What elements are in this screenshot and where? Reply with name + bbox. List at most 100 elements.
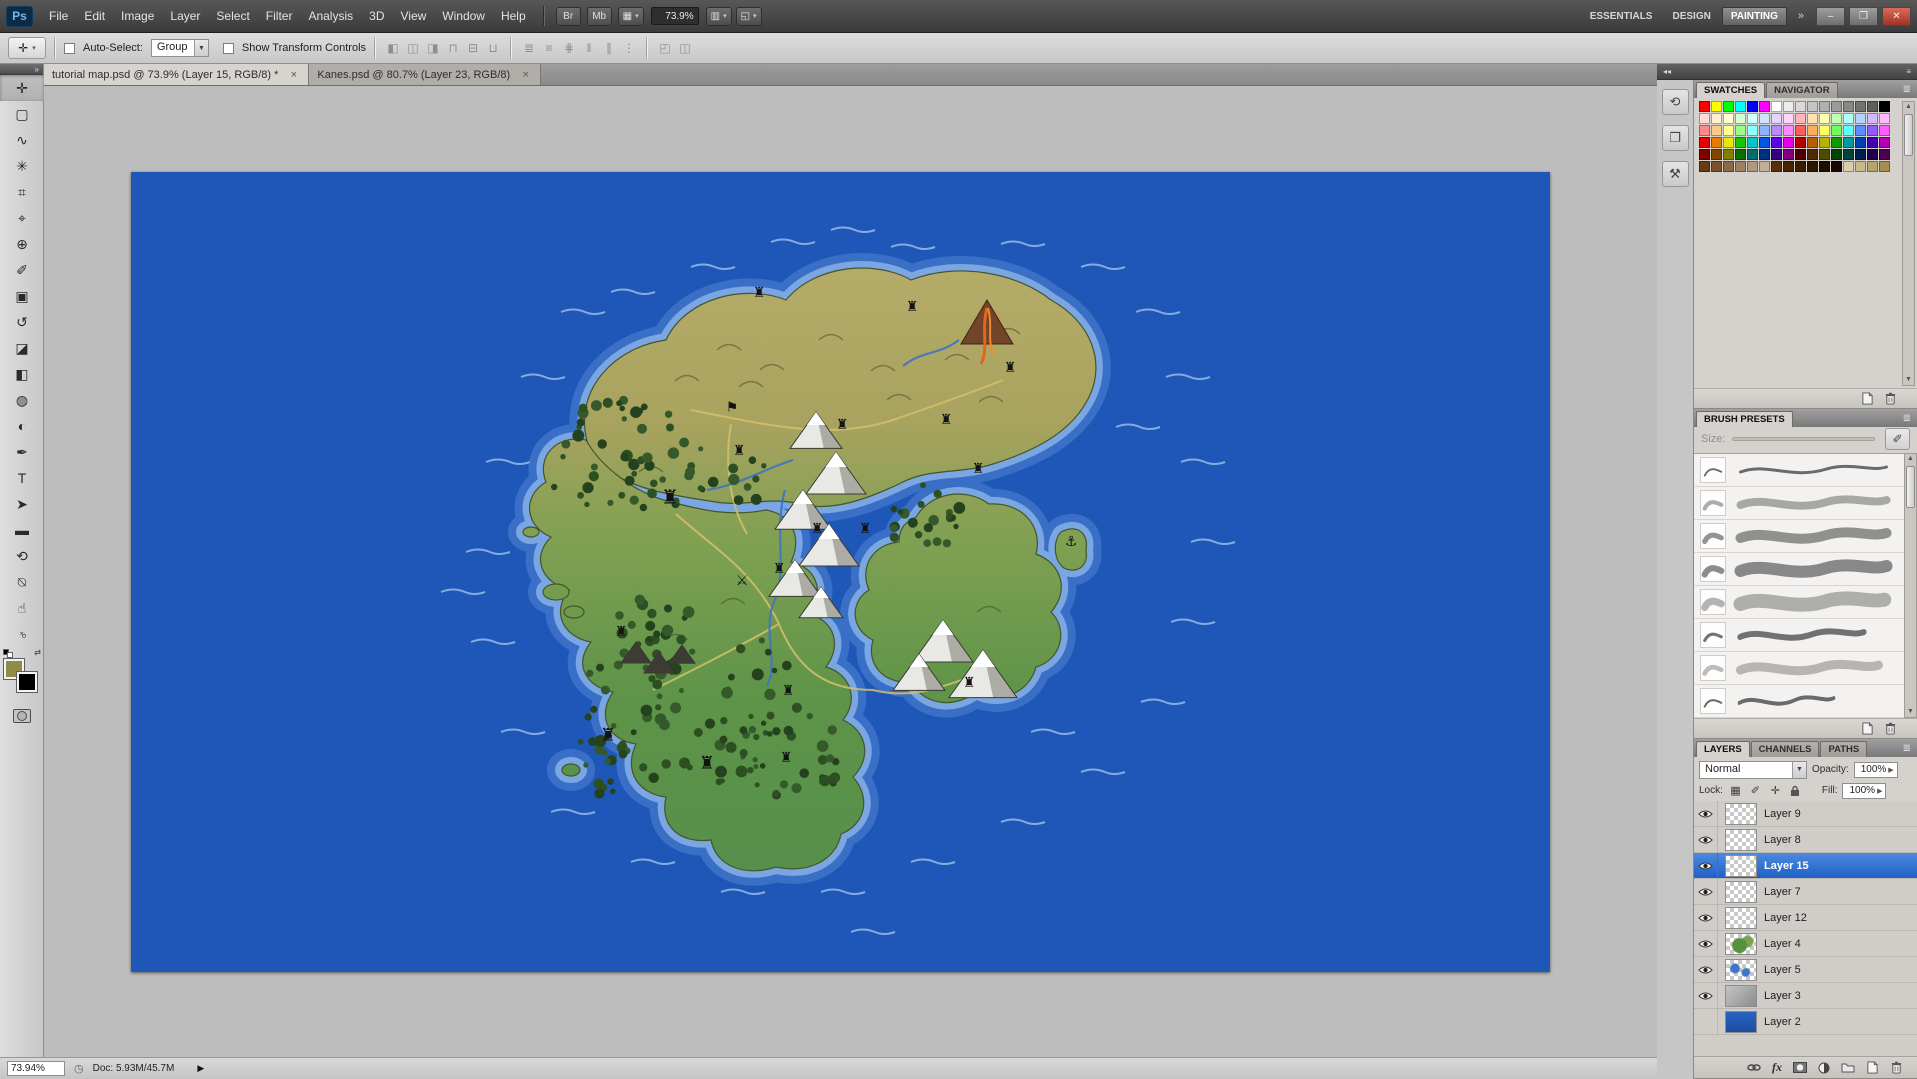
rectangular-marquee-tool[interactable]: ▢ [0,101,44,127]
minimize-button[interactable]: – [1816,7,1845,26]
workspace-design[interactable]: DESIGN [1663,7,1719,26]
align-center-v-icon[interactable]: ⊟ [464,41,482,55]
scroll-up-icon[interactable]: ▲ [1905,102,1912,112]
swatch-2-7[interactable] [1783,125,1794,136]
quick-mask-icon[interactable] [13,709,31,723]
status-flyout-icon[interactable]: ▶ [197,1063,204,1074]
dodge-tool[interactable]: ◐ [0,413,44,439]
tab-brush-presets[interactable]: BRUSH PRESETS [1696,411,1793,427]
swatch-3-2[interactable] [1723,137,1734,148]
healing-brush-tool[interactable]: ⊕ [0,231,44,257]
visibility-toggle[interactable] [1694,957,1718,982]
lock-position-icon[interactable]: ✛ [1768,784,1783,797]
collapse-to-icons-button[interactable]: ◂◂ [1663,67,1671,76]
align-bottom-icon[interactable]: ⊔ [484,41,502,55]
tool-preset-picker[interactable]: ✛ ▾ [8,37,46,59]
brush-preset-1[interactable] [1694,454,1904,487]
new-brush-icon[interactable] [1861,722,1874,735]
swatch-4-5[interactable] [1759,149,1770,160]
swatch-1-8[interactable] [1795,113,1806,124]
toggle-brush-panel-icon[interactable]: ✐ [1885,428,1910,450]
delete-brush-icon[interactable] [1884,722,1897,735]
swatch-3-3[interactable] [1735,137,1746,148]
status-zoom-field[interactable]: 73.94% [7,1061,65,1076]
swatch-4-13[interactable] [1855,149,1866,160]
swatch-4-15[interactable] [1879,149,1890,160]
close-tab-icon[interactable]: × [287,69,300,81]
swatch-0-14[interactable] [1867,101,1878,112]
slider-arrow-icon[interactable]: ▶ [1877,787,1882,795]
swatch-4-14[interactable] [1867,149,1878,160]
brush-preset-4[interactable] [1694,553,1904,586]
menu-analysis[interactable]: Analysis [300,0,361,33]
path-selection-tool[interactable]: ➤ [0,491,44,517]
swatch-5-9[interactable] [1807,161,1818,172]
lasso-tool[interactable]: ∿ [0,127,44,153]
layer-row[interactable]: Layer 7 [1694,879,1917,905]
auto-select-dropdown[interactable]: Group ▼ [151,39,209,57]
swatch-3-13[interactable] [1855,137,1866,148]
quick-selection-tool[interactable]: ✳ [0,153,44,179]
crop-tool[interactable]: ⌗ [0,179,44,205]
swatch-3-5[interactable] [1759,137,1770,148]
swatch-1-5[interactable] [1759,113,1770,124]
swatch-0-8[interactable] [1795,101,1806,112]
swatch-1-11[interactable] [1831,113,1842,124]
swatch-0-0[interactable] [1699,101,1710,112]
workspace-painting[interactable]: PAINTING [1722,7,1787,26]
swatch-4-9[interactable] [1807,149,1818,160]
panel-icon-tool-presets[interactable]: ⚒ [1662,161,1689,187]
visibility-toggle[interactable] [1694,1009,1718,1034]
document-tab[interactable]: Kanes.psd @ 80.7% (Layer 23, RGB/8)× [309,64,541,85]
swatch-3-6[interactable] [1771,137,1782,148]
menu-image[interactable]: Image [113,0,162,33]
launch-bridge-button[interactable]: Br [556,7,581,26]
brush-preset-6[interactable] [1694,619,1904,652]
hand-tool[interactable]: ☝ [0,595,44,621]
scroll-down-icon[interactable]: ▼ [1905,375,1912,385]
scroll-up-icon[interactable]: ▲ [1907,454,1914,464]
swatch-3-11[interactable] [1831,137,1842,148]
distribute-bottom-icon[interactable]: ⋕ [560,41,578,55]
dock-menu-icon[interactable]: ≡ [1906,67,1911,76]
slider-arrow-icon[interactable]: ▶ [1888,766,1893,774]
eyedropper-tool[interactable]: ⌖ [0,205,44,231]
toolbar-collapse-button[interactable]: » [0,64,43,75]
swatch-5-11[interactable] [1831,161,1842,172]
swatch-5-12[interactable] [1843,161,1854,172]
swatch-1-0[interactable] [1699,113,1710,124]
brush-preset-5[interactable] [1694,586,1904,619]
visibility-toggle[interactable] [1694,983,1718,1008]
document-tab[interactable]: tutorial map.psd @ 73.9% (Layer 15, RGB/… [44,64,309,85]
swatch-2-14[interactable] [1867,125,1878,136]
zoom-level-field[interactable]: 73.9% [651,7,699,25]
scrollbar-thumb[interactable] [1904,114,1913,156]
3d-rotate-tool[interactable]: ⟲ [0,543,44,569]
panel-menu-icon[interactable]: ≣ [1899,743,1915,757]
auto-select-checkbox[interactable] [64,43,75,54]
3d-orbit-tool[interactable]: ⍉ [0,569,44,595]
delete-swatch-icon[interactable] [1884,392,1897,405]
swatch-0-11[interactable] [1831,101,1842,112]
document-canvas[interactable]: ♜♜♜⚑♜♜♜♜♜♜♜⚓♜⚔♜♜♜♜♜♜ [131,172,1550,972]
blend-mode-dropdown[interactable]: Normal ▼ [1699,761,1807,779]
swatch-0-7[interactable] [1783,101,1794,112]
swatch-0-5[interactable] [1759,101,1770,112]
swatch-0-2[interactable] [1723,101,1734,112]
link-layers-icon[interactable] [1747,1063,1761,1072]
swatch-5-7[interactable] [1783,161,1794,172]
visibility-toggle[interactable] [1694,827,1718,852]
tab-channels[interactable]: CHANNELS [1751,741,1820,757]
lock-pixels-icon[interactable]: ✐ [1748,784,1763,797]
menu-layer[interactable]: Layer [162,0,208,33]
brush-size-slider[interactable] [1732,437,1875,441]
swatch-4-6[interactable] [1771,149,1782,160]
swatch-1-15[interactable] [1879,113,1890,124]
menu-select[interactable]: Select [208,0,257,33]
type-tool[interactable]: T [0,465,44,491]
swatch-5-4[interactable] [1747,161,1758,172]
clone-stamp-tool[interactable]: ▣ [0,283,44,309]
menu-filter[interactable]: Filter [258,0,301,33]
swatch-1-7[interactable] [1783,113,1794,124]
distribute-left-icon[interactable]: ‖ [580,41,598,55]
